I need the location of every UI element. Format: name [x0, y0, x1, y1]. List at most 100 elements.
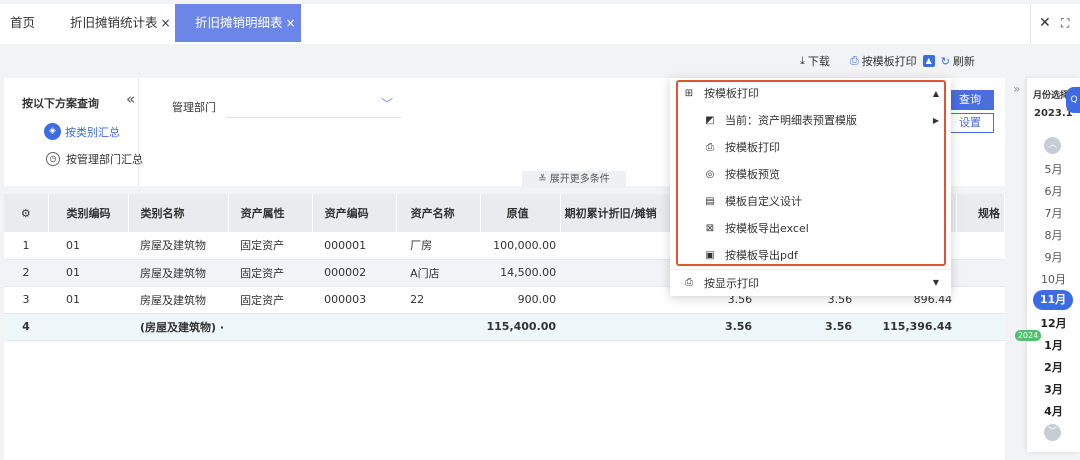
- menu-item-current-template[interactable]: ◩ 当前：资产明细表预置模版 ▶: [670, 107, 951, 133]
- month-item[interactable]: 2月: [1027, 359, 1080, 375]
- download-label: 下载: [807, 55, 830, 68]
- menu-item-label: 当前：资产明细表预置模版: [725, 114, 857, 127]
- tab-depreciation-detail[interactable]: 折旧摊销明细表 ×: [175, 4, 301, 42]
- assistant-icon[interactable]: Q: [1066, 87, 1080, 113]
- menu-item-label: 模板自定义设计: [725, 195, 802, 208]
- template-print-button[interactable]: ⎙ 按模板打印: [850, 53, 917, 69]
- total-category-cell: (房屋及建筑物) ·: [128, 313, 229, 341]
- asset-attr-cell: 固定资产: [228, 286, 313, 314]
- option-by-category[interactable]: ◈ 按类别汇总: [44, 123, 120, 140]
- option-category-label: 按类别汇总: [65, 125, 120, 139]
- total-original-value-cell: 115,400.00: [480, 313, 561, 341]
- month-item[interactable]: 12月: [1027, 315, 1080, 331]
- download-button[interactable]: ⤓ 下载: [800, 53, 830, 69]
- table-cell: [228, 313, 313, 341]
- tab-home-label: 首页: [10, 15, 36, 30]
- menu-item-label: 按模板预览: [725, 168, 780, 181]
- menu-item-label: 按模板导出pdf: [725, 249, 798, 262]
- column-header[interactable]: 规格: [956, 194, 1006, 232]
- caret-down-icon: ▼: [932, 278, 939, 287]
- collapse-icon[interactable]: «: [126, 90, 135, 108]
- column-header[interactable]: 期初累计折旧/摊销: [560, 194, 671, 232]
- toolbar: ⤓ 下载 ⎙ 按模板打印 ▲ ↻ 刷新: [800, 52, 975, 70]
- column-header[interactable]: 类别名称: [128, 194, 229, 232]
- asset-code-cell: 000002: [312, 259, 397, 287]
- option-dept-label: 按管理部门汇总: [66, 153, 143, 166]
- category-code-cell: 01: [48, 232, 128, 260]
- asset-attr-cell: 固定资产: [228, 259, 313, 287]
- column-header[interactable]: 原值: [480, 194, 561, 232]
- month-item[interactable]: 3月: [1027, 381, 1080, 397]
- table-cell: [956, 259, 1005, 287]
- option-by-department[interactable]: ◷ 按管理部门汇总: [44, 151, 143, 167]
- row-index: 2: [4, 259, 48, 287]
- month-item[interactable]: 9月: [1027, 249, 1080, 265]
- month-item[interactable]: 8月: [1027, 227, 1080, 243]
- print-dropdown-menu: ⊞ 按模板打印 ▲ ◩ 当前：资产明细表预置模版 ▶ ⎙ 按模板打印 ◎ 按模板…: [670, 78, 951, 296]
- month-item[interactable]: 7月: [1027, 205, 1080, 221]
- row-index: 4: [4, 313, 48, 341]
- refresh-button[interactable]: ↻ 刷新: [941, 53, 975, 69]
- menu-item-template-print[interactable]: ⎙ 按模板打印: [670, 134, 951, 160]
- setting-button[interactable]: 设置: [946, 113, 994, 133]
- menu-item-template-print-group[interactable]: ⊞ 按模板打印 ▲: [670, 80, 951, 106]
- download-icon: ⤓: [800, 54, 805, 67]
- close-window-icon[interactable]: ✕: [1039, 15, 1051, 31]
- category-code-cell: 01: [48, 259, 128, 287]
- table-cell: [560, 232, 671, 260]
- fullscreen-icon[interactable]: ⛶: [1061, 16, 1069, 31]
- month-item[interactable]: 4月: [1027, 403, 1080, 419]
- column-settings-icon[interactable]: ⚙: [4, 194, 49, 232]
- asset-name-cell: 厂房: [396, 232, 481, 260]
- expand-panel-icon[interactable]: »: [1013, 82, 1027, 102]
- chevron-down-icon: ﹀: [380, 97, 393, 111]
- table-cell: 3.56: [756, 313, 857, 341]
- divider: [138, 78, 139, 186]
- table-cell: [312, 313, 397, 341]
- column-header[interactable]: 资产编码: [312, 194, 397, 232]
- menu-item-export-excel[interactable]: ⊠ 按模板导出excel: [670, 215, 951, 241]
- table-cell: 115,396.44: [856, 313, 957, 341]
- scroll-down-icon[interactable]: ﹀: [1044, 424, 1061, 441]
- column-header[interactable]: 资产名称: [396, 194, 481, 232]
- query-title: 按以下方案查询: [22, 97, 99, 110]
- month-item[interactable]: 1月: [1027, 337, 1080, 353]
- original-value-cell: 100,000.00: [480, 232, 561, 260]
- printer-icon: ⎙: [685, 277, 693, 288]
- menu-item-template-preview[interactable]: ◎ 按模板预览: [670, 161, 951, 187]
- more-conditions-button[interactable]: ≚ 展开更多条件: [522, 171, 626, 188]
- menu-item-display-print[interactable]: ⎙ 按显示打印 ▼: [670, 269, 951, 295]
- row-index: 3: [4, 286, 48, 314]
- asset-name-cell: 22: [396, 286, 481, 314]
- menu-item-template-design[interactable]: ▤ 模板自定义设计: [670, 188, 951, 214]
- tab-detail-label: 折旧摊销明细表: [195, 15, 283, 30]
- close-icon[interactable]: ×: [161, 16, 171, 30]
- table-cell: [956, 313, 1005, 341]
- month-item[interactable]: 5月: [1027, 161, 1080, 177]
- row-index: 1: [4, 232, 48, 260]
- category-code-cell: 01: [48, 286, 128, 314]
- close-icon[interactable]: ×: [286, 16, 296, 30]
- query-button[interactable]: 查询: [946, 90, 994, 110]
- tab-depreciation-stat[interactable]: 折旧摊销统计表 ×: [70, 4, 171, 42]
- month-item-selected[interactable]: 11月: [1033, 290, 1073, 310]
- original-value-cell: 900.00: [480, 286, 561, 314]
- more-conditions-label: 展开更多条件: [549, 174, 610, 185]
- category-name-cell: 房屋及建筑物: [128, 232, 229, 260]
- column-header[interactable]: 类别编码: [48, 194, 129, 232]
- month-item[interactable]: 10月: [1027, 271, 1080, 287]
- month-item[interactable]: 6月: [1027, 183, 1080, 199]
- column-header[interactable]: 资产属性: [228, 194, 313, 232]
- tab-home[interactable]: 首页: [10, 4, 35, 42]
- menu-item-export-pdf[interactable]: ▣ 按模板导出pdf: [670, 242, 951, 268]
- menu-item-label: 按模板打印: [704, 87, 759, 100]
- asset-code-cell: 000001: [312, 232, 397, 260]
- table-cell: [956, 286, 1005, 314]
- total-row[interactable]: 4 (房屋及建筑物) · 115,400.00 3.56 3.56 115,39…: [4, 313, 1005, 341]
- table-cell: [560, 286, 671, 314]
- scroll-up-icon[interactable]: ︿: [1044, 137, 1061, 154]
- chevron-up-icon[interactable]: ▲: [922, 55, 935, 67]
- dept-select[interactable]: ﹀: [226, 94, 401, 118]
- refresh-icon: ↻: [940, 54, 950, 68]
- caret-up-icon: ▲: [932, 88, 939, 98]
